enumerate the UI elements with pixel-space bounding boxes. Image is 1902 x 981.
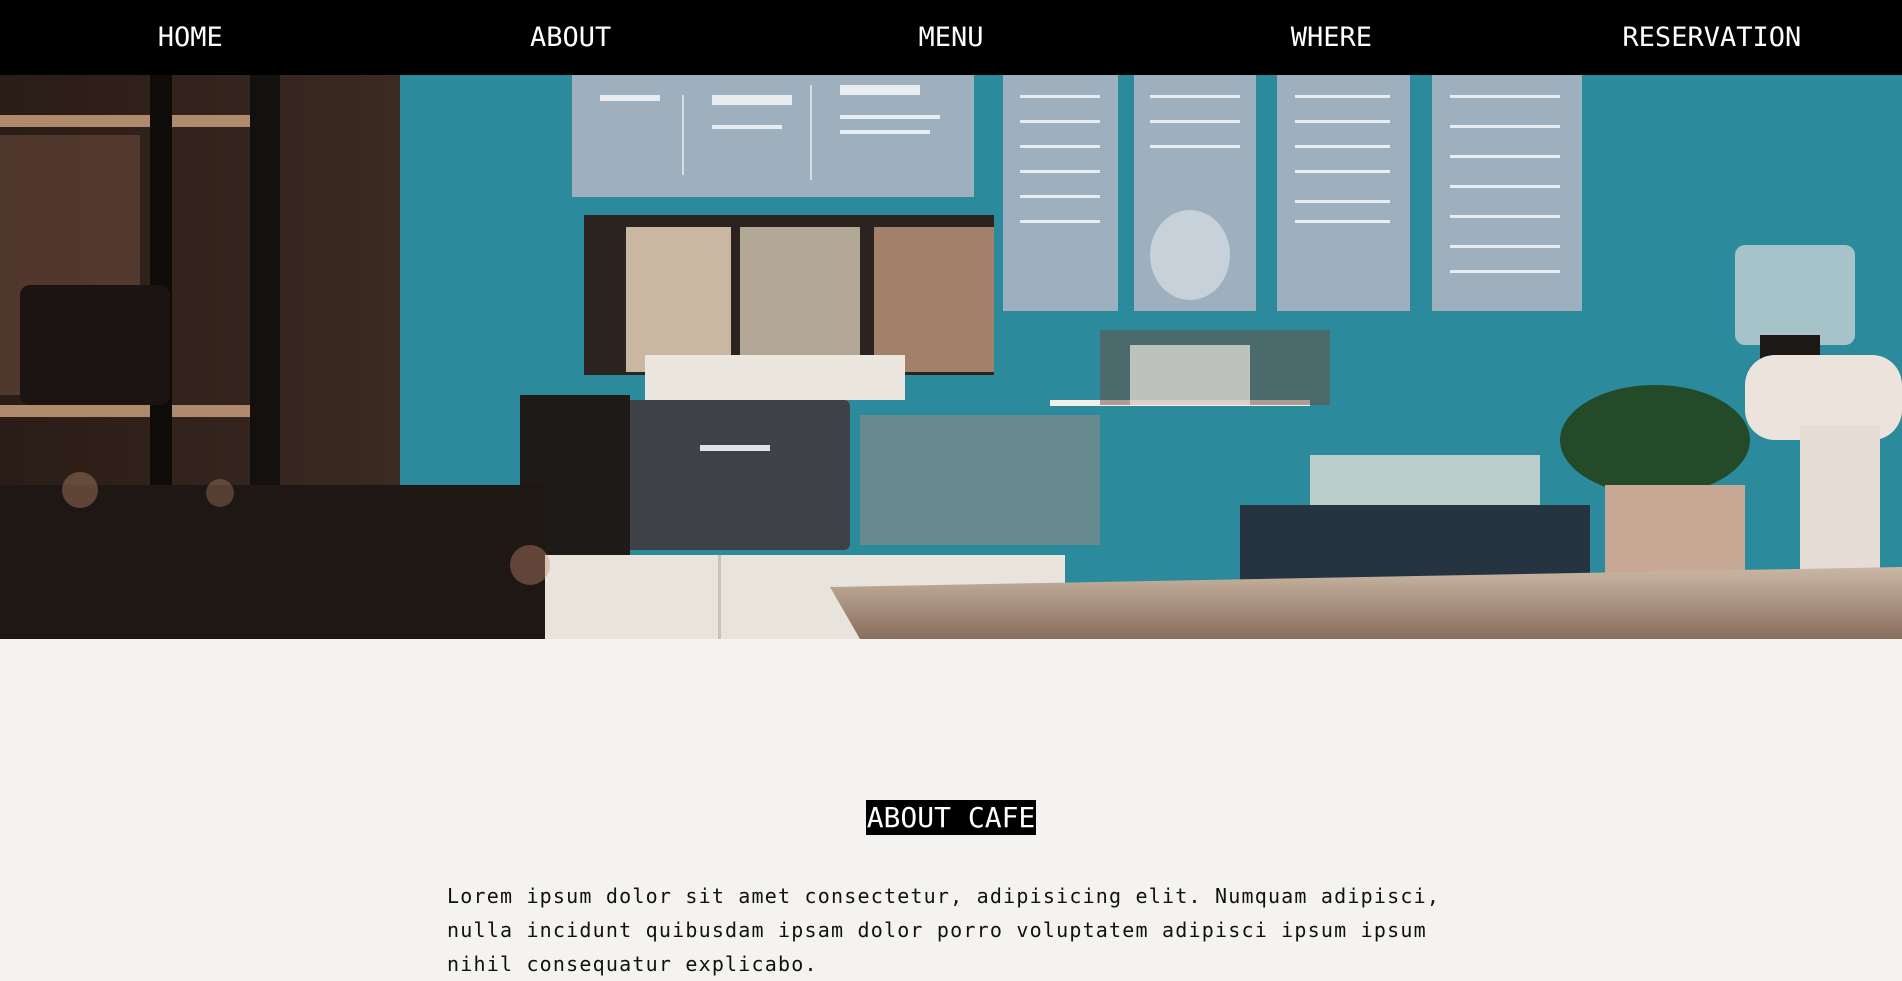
nav-about[interactable]: ABOUT bbox=[380, 22, 760, 53]
nav-menu[interactable]: MENU bbox=[761, 22, 1141, 53]
hero-image bbox=[0, 75, 1902, 639]
about-section: ABOUT CAFE Lorem ipsum dolor sit amet co… bbox=[0, 639, 1902, 976]
about-title: ABOUT CAFE bbox=[865, 800, 1037, 835]
nav-where[interactable]: WHERE bbox=[1141, 22, 1521, 53]
about-title-wrap: ABOUT CAFE bbox=[0, 800, 1902, 835]
nav-home[interactable]: HOME bbox=[0, 22, 380, 53]
about-paragraph: Lorem ipsum dolor sit amet consectetur, … bbox=[447, 884, 1441, 976]
cafe-counter-photo bbox=[0, 75, 1902, 639]
top-nav: HOME ABOUT MENU WHERE RESERVATION bbox=[0, 0, 1902, 75]
nav-reservation[interactable]: RESERVATION bbox=[1522, 22, 1902, 53]
